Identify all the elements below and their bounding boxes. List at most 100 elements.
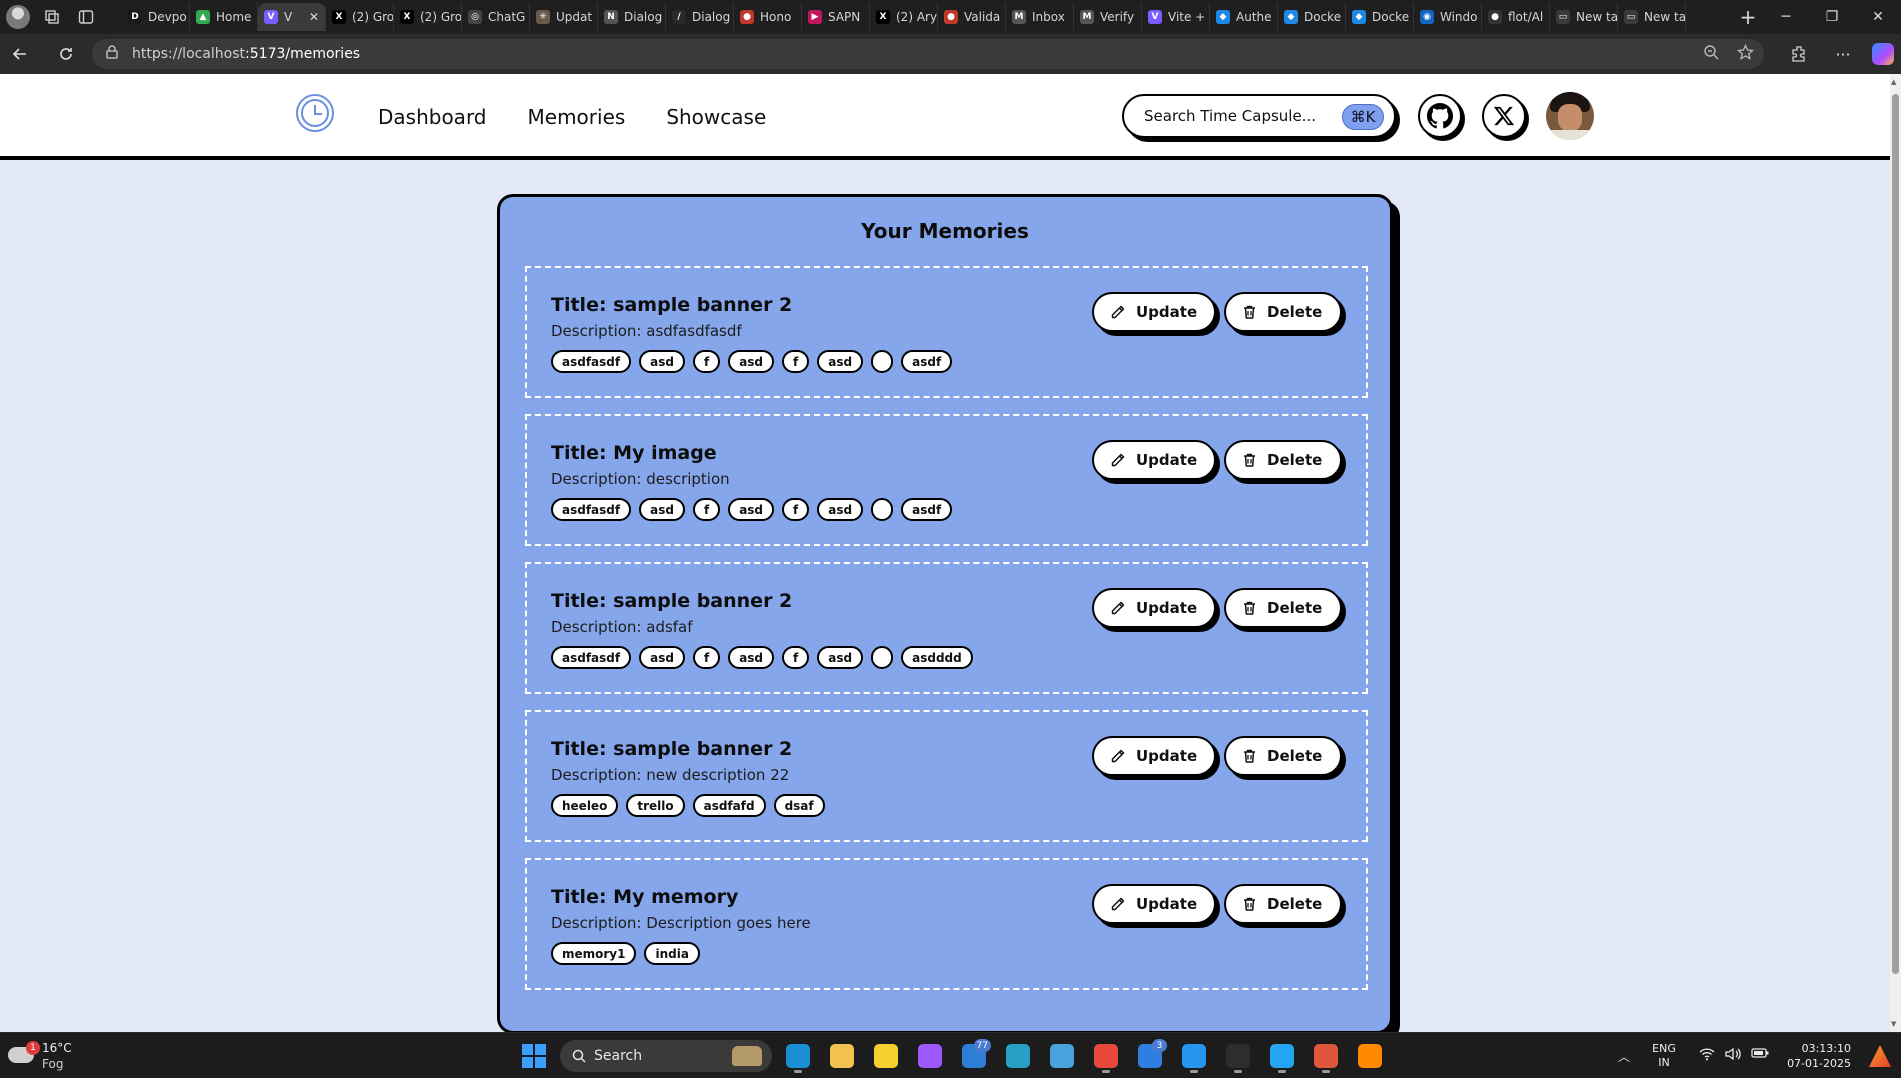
weather-widget[interactable]: 1 16°C Fog <box>8 1039 78 1073</box>
browser-tab[interactable]: D Devpo <box>122 3 190 31</box>
browser-tab[interactable]: ▭ New ta <box>1618 3 1686 31</box>
nav-link-memories[interactable]: Memories <box>528 105 626 129</box>
browser-tab[interactable]: X (2) Gro <box>394 3 462 31</box>
time-capsule-logo-icon[interactable] <box>296 94 334 132</box>
wifi-icon <box>1699 1047 1715 1065</box>
copilot-app[interactable] <box>912 1038 948 1074</box>
tab-favicon-icon: M <box>1080 10 1094 24</box>
browser-tab[interactable]: ◉ Windo <box>1414 3 1482 31</box>
delete-memory-button[interactable]: Delete <box>1224 884 1342 924</box>
notepad-app[interactable] <box>1044 1038 1080 1074</box>
page-scrollbar[interactable]: ▲ ▼ <box>1890 74 1901 1032</box>
extensions-icon[interactable] <box>1777 38 1821 70</box>
memory-tag: f <box>692 498 721 521</box>
nav-link-dashboard[interactable]: Dashboard <box>378 105 487 129</box>
system-tray[interactable] <box>1689 1047 1779 1065</box>
tab-label: Valida <box>964 10 1001 24</box>
memory-tag: asd <box>728 646 775 669</box>
show-hidden-icons-button[interactable]: ︿ <box>1609 1048 1639 1065</box>
input-language[interactable]: ENG IN <box>1639 1042 1689 1070</box>
search-button[interactable]: Search Time Capsule... ⌘K <box>1122 94 1396 138</box>
pencil-icon <box>1111 897 1125 911</box>
browser-tab[interactable]: ● Hono <box>734 3 802 31</box>
delete-label: Delete <box>1267 303 1323 321</box>
browser-tab[interactable]: M Verify <box>1074 3 1142 31</box>
vlc-app[interactable] <box>1352 1038 1388 1074</box>
browser-tab[interactable]: ▲ Home <box>190 3 258 31</box>
browser-tab[interactable]: X (2) Gro <box>326 3 394 31</box>
edge-app[interactable] <box>780 1038 816 1074</box>
tab-favicon-icon: X <box>332 10 346 24</box>
delete-memory-button[interactable]: Delete <box>1224 736 1342 776</box>
edge-dev-app[interactable] <box>1000 1038 1036 1074</box>
taskbar-clock[interactable]: 03:13:10 07-01-2025 <box>1779 1041 1859 1071</box>
workspaces-icon[interactable] <box>38 3 66 31</box>
new-tab-button[interactable]: + <box>1733 0 1763 34</box>
taskbar-search[interactable]: Search <box>560 1040 772 1072</box>
profile-avatar[interactable] <box>4 3 32 31</box>
close-tab-icon[interactable]: ✕ <box>309 10 319 24</box>
browser-tab[interactable]: V V ✕ <box>258 3 326 31</box>
docker-app[interactable] <box>1176 1038 1212 1074</box>
teams-app[interactable]: 77 <box>956 1038 992 1074</box>
update-memory-button[interactable]: Update <box>1092 292 1216 332</box>
memory-tag: asd <box>639 498 685 521</box>
mail-app[interactable]: 3 <box>1132 1038 1168 1074</box>
tab-favicon-icon: ▶ <box>808 10 822 24</box>
delete-memory-button[interactable]: Delete <box>1224 292 1342 332</box>
close-window-button[interactable]: ✕ <box>1855 0 1901 34</box>
start-button[interactable] <box>516 1038 552 1074</box>
zoom-icon[interactable] <box>1703 44 1719 64</box>
update-memory-button[interactable]: Update <box>1092 440 1216 480</box>
delete-memory-button[interactable]: Delete <box>1224 440 1342 480</box>
notification-app-icon[interactable] <box>1869 1045 1891 1067</box>
vscode-app[interactable] <box>1264 1038 1300 1074</box>
browser-tab[interactable]: ● Valida <box>938 3 1006 31</box>
memory-tag: f <box>782 646 810 669</box>
user-avatar[interactable] <box>1546 92 1594 140</box>
browser-tab[interactable]: X (2) Ary <box>870 3 938 31</box>
lock-icon <box>106 45 126 63</box>
copilot-icon <box>918 1044 942 1068</box>
browser-tab[interactable]: ▶ SAPN <box>802 3 870 31</box>
chrome-app[interactable] <box>1088 1038 1124 1074</box>
memory-title: Title: My image <box>551 442 717 464</box>
browser-tab[interactable]: ✳ Updat <box>530 3 598 31</box>
browser-tab[interactable]: ◎ ChatG <box>462 3 530 31</box>
browser-tab[interactable]: M Inbox <box>1006 3 1074 31</box>
file-explorer-app[interactable] <box>824 1038 860 1074</box>
address-bar[interactable]: https://localhost:5173/memories <box>92 39 1764 69</box>
browser-tab[interactable]: V Vite + <box>1142 3 1210 31</box>
x-twitter-button[interactable] <box>1482 94 1526 138</box>
sticky-notes-app[interactable] <box>868 1038 904 1074</box>
taskbar-search-label: Search <box>594 1048 643 1064</box>
browser-tab[interactable]: ◆ Docke <box>1346 3 1414 31</box>
vertical-tabs-icon[interactable] <box>72 3 100 31</box>
browser-tab[interactable]: ● flot/Al <box>1482 3 1550 31</box>
memory-tag: asd <box>817 646 864 669</box>
favorite-star-icon[interactable] <box>1736 43 1755 65</box>
scrollbar-thumb[interactable] <box>1892 94 1899 974</box>
github-button[interactable] <box>1418 94 1462 138</box>
refresh-button[interactable] <box>48 38 84 70</box>
browser-tab[interactable]: ◆ Docke <box>1278 3 1346 31</box>
back-button[interactable] <box>2 38 38 70</box>
nav-link-showcase[interactable]: Showcase <box>666 105 766 129</box>
update-memory-button[interactable]: Update <box>1092 588 1216 628</box>
more-options-icon[interactable]: ··· <box>1821 38 1865 70</box>
browser-tab[interactable]: ▭ New ta <box>1550 3 1618 31</box>
update-memory-button[interactable]: Update <box>1092 884 1216 924</box>
delete-memory-button[interactable]: Delete <box>1224 588 1342 628</box>
copilot-icon[interactable] <box>1865 38 1901 70</box>
browser-tab[interactable]: N Dialog <box>598 3 666 31</box>
update-memory-button[interactable]: Update <box>1092 736 1216 776</box>
lang-region: IN <box>1658 1056 1670 1069</box>
browser-tab[interactable]: / Dialog <box>666 3 734 31</box>
minimize-button[interactable]: ─ <box>1763 0 1809 34</box>
tab-favicon-icon: ◆ <box>1216 10 1230 24</box>
app-notification-count: 3 <box>1152 1039 1167 1052</box>
snipping-app[interactable] <box>1308 1038 1344 1074</box>
terminal-app[interactable] <box>1220 1038 1256 1074</box>
restore-button[interactable]: ❐ <box>1809 0 1855 34</box>
browser-tab[interactable]: ◆ Authe <box>1210 3 1278 31</box>
